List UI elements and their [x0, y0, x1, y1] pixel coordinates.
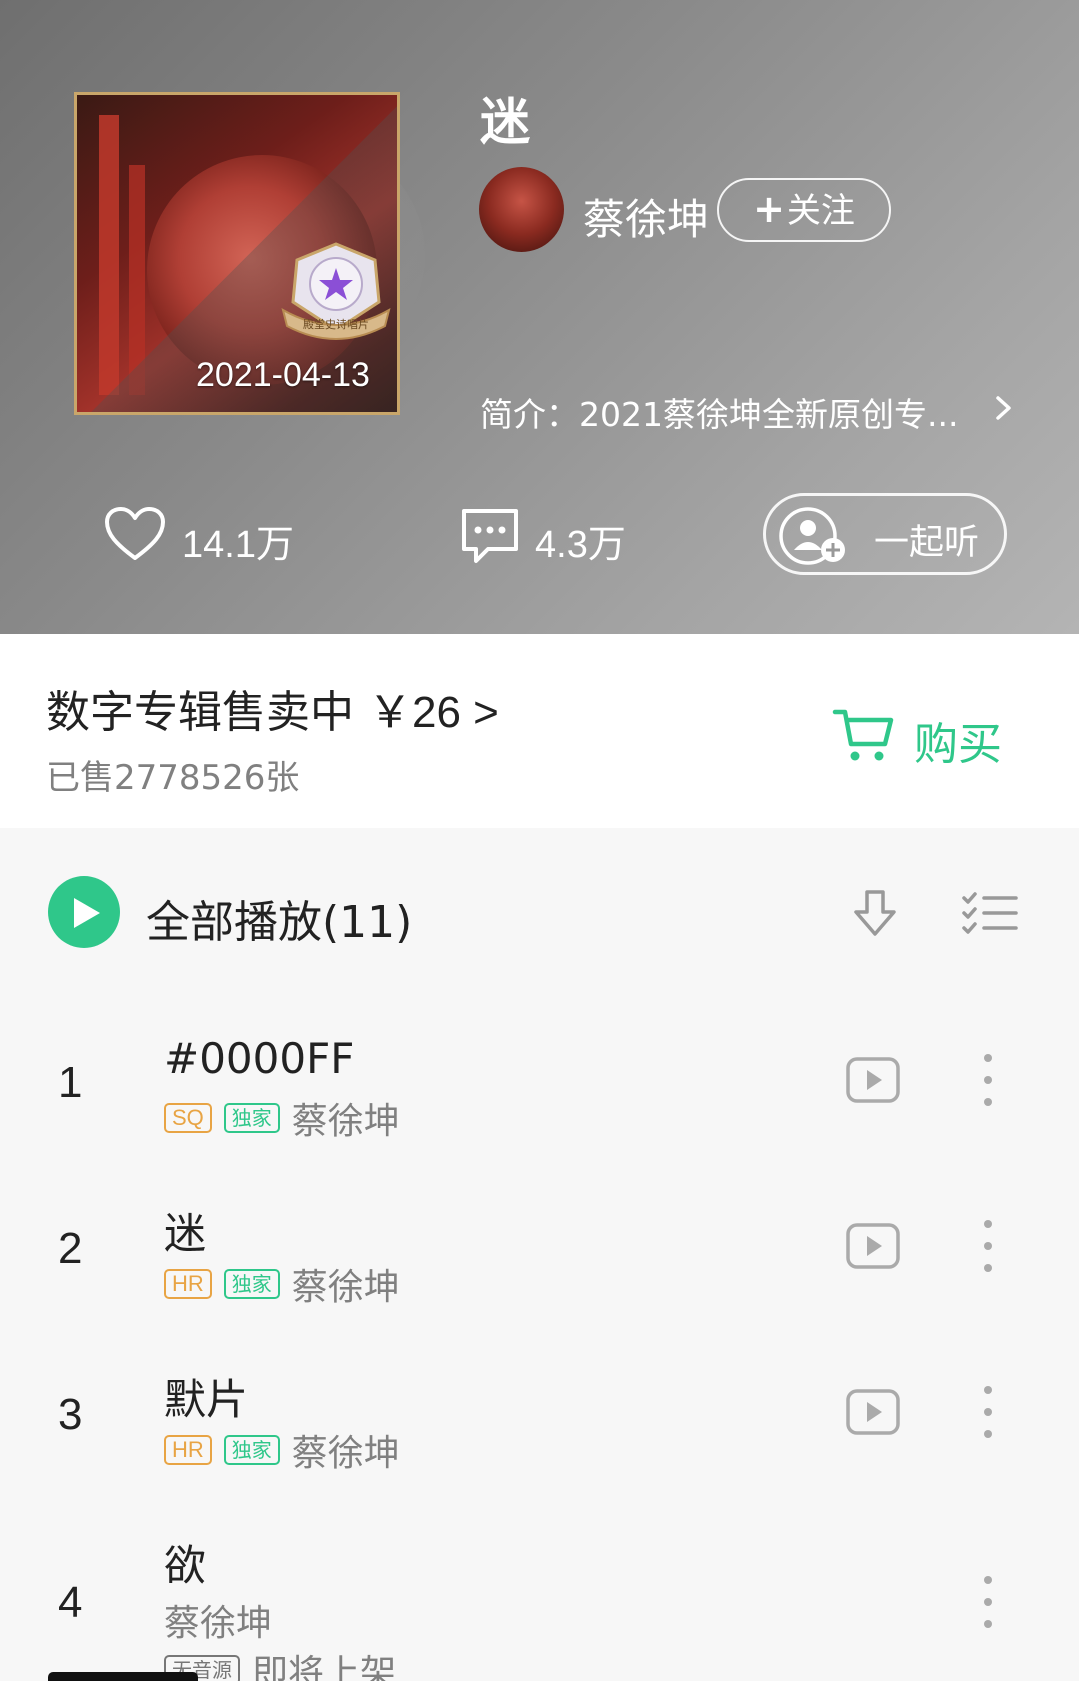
track-title: #0000FF: [164, 1034, 355, 1083]
track-row[interactable]: 1 #0000FF SQ 独家 蔡徐坤: [0, 1018, 1079, 1178]
purchase-title: 数字专辑售卖中 ￥26 >: [46, 676, 499, 740]
comment-count[interactable]: 4.3万: [535, 513, 626, 568]
sold-count: 已售2778526张: [46, 758, 300, 798]
track-meta: HR 独家 蔡徐坤: [164, 1262, 400, 1308]
track-artist: 蔡徐坤: [291, 1433, 400, 1474]
more-icon[interactable]: [982, 1382, 994, 1442]
multi-select-icon[interactable]: [962, 892, 1018, 934]
track-artist: 蔡徐坤: [291, 1267, 400, 1308]
follow-button[interactable]: +关注: [717, 178, 891, 242]
play-all-button[interactable]: [48, 876, 120, 948]
plus-icon: +: [753, 187, 785, 231]
hall-of-fame-badge-icon: 殿堂史诗唱片: [281, 242, 391, 340]
mv-icon[interactable]: [845, 1388, 901, 1436]
track-number: 3: [58, 1390, 83, 1439]
digital-album-purchase[interactable]: 数字专辑售卖中 ￥26 > 已售2778526张 购买: [0, 634, 1079, 828]
coming-soon-label: 即将上架: [252, 1653, 397, 1681]
quality-badge: HR: [164, 1435, 212, 1465]
track-list: 全部播放(11) 1 #0000FF SQ 独家 蔡徐坤 2 迷 HR 独家 蔡…: [0, 828, 1079, 1681]
artist-name[interactable]: 蔡徐坤: [583, 186, 709, 247]
mv-icon[interactable]: [845, 1222, 901, 1270]
track-meta: SQ 独家 蔡徐坤: [164, 1096, 400, 1142]
like-count[interactable]: 14.1万: [182, 513, 294, 568]
exclusive-badge: 独家: [223, 1269, 280, 1299]
mv-icon[interactable]: [845, 1056, 901, 1104]
download-icon[interactable]: [850, 888, 900, 942]
buy-button[interactable]: 购买: [914, 708, 1002, 772]
exclusive-badge: 独家: [223, 1435, 280, 1465]
home-indicator: [48, 1672, 198, 1681]
svg-text:殿堂史诗唱片: 殿堂史诗唱片: [303, 317, 369, 331]
track-meta: HR 独家 蔡徐坤: [164, 1428, 400, 1474]
price: ￥26 >: [368, 688, 499, 737]
release-date: 2021-04-13: [196, 356, 370, 394]
follow-label: 关注: [786, 191, 855, 231]
play-icon: [74, 898, 100, 928]
track-number: 2: [58, 1224, 83, 1273]
track-row[interactable]: 2 迷 HR 独家 蔡徐坤: [0, 1184, 1079, 1344]
track-title: 欲: [164, 1541, 207, 1590]
track-row[interactable]: 4 欲 蔡徐坤 无音源 即将上架: [0, 1516, 1079, 1681]
heart-icon[interactable]: [102, 504, 168, 564]
track-title: 迷: [164, 1209, 207, 1258]
more-icon[interactable]: [982, 1050, 994, 1110]
album-intro[interactable]: 简介：2021蔡徐坤全新原创专...: [480, 388, 1020, 436]
avatar[interactable]: [479, 167, 564, 252]
exclusive-badge: 独家: [223, 1103, 280, 1133]
play-all-label[interactable]: 全部播放(11): [146, 886, 412, 950]
chevron-right-icon[interactable]: [993, 393, 1015, 423]
listen-together-icon: [779, 507, 845, 565]
cart-icon[interactable]: [831, 704, 895, 764]
listen-together-button[interactable]: 一起听: [763, 493, 1007, 575]
track-number: 1: [58, 1058, 83, 1107]
more-icon[interactable]: [982, 1216, 994, 1276]
more-icon[interactable]: [982, 1572, 994, 1632]
listen-together-label: 一起听: [874, 523, 980, 563]
quality-badge: HR: [164, 1269, 212, 1299]
album-title: 迷: [480, 93, 530, 151]
track-artist: 蔡徐坤: [291, 1101, 400, 1142]
track-row[interactable]: 3 默片 HR 独家 蔡徐坤: [0, 1350, 1079, 1510]
track-number: 4: [58, 1578, 83, 1627]
comment-icon[interactable]: [458, 505, 522, 567]
track-artist: 蔡徐坤: [164, 1603, 273, 1644]
quality-badge: SQ: [164, 1103, 212, 1133]
album-header: 殿堂史诗唱片 2021-04-13 迷 蔡徐坤 +关注 简介：2021蔡徐坤全新…: [0, 0, 1079, 634]
track-title: 默片: [164, 1375, 249, 1424]
track-meta: 无音源 即将上架: [164, 1644, 396, 1681]
purchase-title-text: 数字专辑售卖中: [46, 687, 354, 738]
